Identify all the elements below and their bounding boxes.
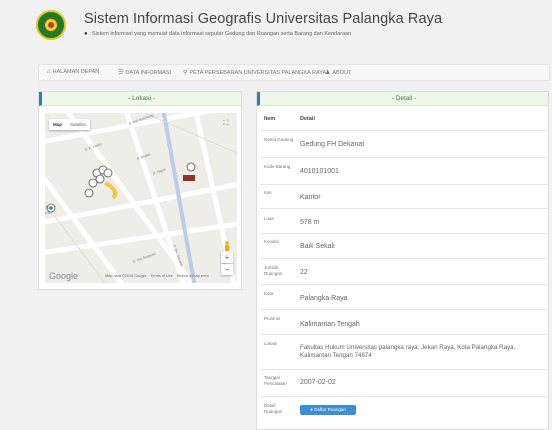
- row-key: Nama Gedung: [264, 137, 294, 142]
- page: Sistem Informasi Geografis Universitas P…: [0, 0, 552, 430]
- table-row: Provinsi Kalimantan Tengah: [260, 309, 547, 334]
- row-value: 578 m: [300, 219, 320, 226]
- row-value: Kantor: [300, 194, 321, 201]
- row-value: 4010101001: [300, 168, 339, 175]
- row-key: Kondisi: [264, 239, 279, 244]
- user-icon: ♟: [325, 70, 331, 76]
- svg-text:AYA: AYA: [45, 211, 52, 215]
- nav-label: ABOUT: [332, 70, 352, 76]
- row-key: Tanggal Pencatatan: [264, 375, 287, 386]
- map-type-control: Map Satellite: [49, 119, 91, 130]
- table-header: Item Detail: [260, 108, 547, 130]
- table-row: Nama Gedung Gedung FH Dekanat: [260, 130, 547, 157]
- nav-peta-persebaran[interactable]: ⚲ PETA PERSEBARAN UNIVERSITAS PALANGKA RA…: [183, 69, 326, 76]
- row-value: Palangka Raya: [300, 295, 348, 302]
- table-row: Kondisi Baik Sekali: [260, 233, 547, 258]
- google-logo: Google: [49, 271, 79, 281]
- detail-panel: - Detail - Item Detail Nama Gedung Gedun…: [256, 91, 549, 430]
- lokasi-heading: - Lokasi -: [39, 92, 241, 106]
- subtitle-text: Sistem informasi yang memuat data inform…: [92, 31, 352, 37]
- detail-heading: - Detail -: [257, 92, 548, 106]
- table-row: Luas 578 m: [260, 208, 547, 233]
- row-key: Kode Barang: [264, 164, 291, 169]
- zoom-out-button[interactable]: −: [221, 264, 233, 275]
- map-footer: Map data ©2018 Google Terms of Use Report …: [105, 274, 213, 278]
- table-row: Tanggal Pencatatan 2007-02-02: [260, 369, 547, 396]
- table-row: Jumlah Ruangan 22: [260, 258, 547, 284]
- table-row: Kode Barang 4010101001: [260, 157, 547, 184]
- row-value: Kalimantan Tengah: [300, 321, 360, 328]
- row-key: Detail Ruangan: [264, 403, 283, 414]
- map-data-text: Map data ©2018 Google: [105, 274, 147, 278]
- detail-table: Item Detail Nama Gedung Gedung FH Dekana…: [260, 108, 547, 426]
- daftar-ruangan-label: Daftar Ruangan: [314, 407, 346, 412]
- row-key: Lokasi: [264, 341, 278, 346]
- nav-halaman-depan[interactable]: ⌂ HALAMAN DEPAN: [47, 69, 99, 75]
- nav-data-informasi[interactable]: ☰ DATA INFORMASI: [118, 69, 171, 76]
- map-marker-icon: ⚲: [183, 70, 188, 76]
- report-link[interactable]: Report a map error: [177, 274, 209, 278]
- university-logo: [36, 10, 66, 40]
- row-value: Gedung FH Dekanat: [300, 141, 365, 148]
- nav-label: DATA INFORMASI: [125, 70, 172, 76]
- map-type-map[interactable]: Map: [49, 119, 66, 130]
- map-roads: Jl. Bali Kumbang Jl. B. Kadro Jl. Badak …: [45, 113, 237, 283]
- table-row: Kota Palangka Raya: [260, 284, 547, 309]
- row-key: Kas: [264, 190, 272, 195]
- svg-text:TAS: TAS: [45, 206, 52, 210]
- map-view[interactable]: Jl. Bali Kumbang Jl. B. Kadro Jl. Badak …: [45, 113, 237, 283]
- site-subtitle: ● Sistem informasi yang memuat data infor…: [84, 31, 351, 37]
- row-key: Provinsi: [264, 316, 281, 321]
- col-item: Item: [264, 116, 276, 122]
- table-row: Detail Ruangan ● Daftar Ruangan: [260, 396, 547, 426]
- home-icon: ⌂: [47, 69, 51, 75]
- nav-about[interactable]: ♟ ABOUT: [325, 69, 351, 76]
- list-icon: ☰: [118, 70, 124, 76]
- table-row: Kas Kantor: [260, 184, 547, 208]
- table-row: Lokasi Fakultas Hukum Universitas palang…: [260, 334, 547, 369]
- pegman-icon[interactable]: [223, 238, 231, 251]
- daftar-ruangan-button[interactable]: ● Daftar Ruangan: [300, 405, 356, 415]
- row-key: Kota: [264, 291, 274, 296]
- nav-label: PETA PERSEBARAN UNIVERSITAS PALANGKA RAY…: [189, 70, 327, 76]
- terms-link[interactable]: Terms of Use: [150, 274, 172, 278]
- row-value: 2007-02-02: [300, 379, 336, 386]
- row-value: 22: [300, 269, 308, 276]
- fullscreen-icon[interactable]: ⛶: [221, 119, 231, 129]
- zoom-in-button[interactable]: +: [221, 252, 233, 263]
- row-key: Jumlah Ruangan: [264, 265, 283, 276]
- nav-label: HALAMAN DEPAN: [52, 69, 100, 75]
- map-type-satellite[interactable]: Satellite: [66, 119, 90, 130]
- header: Sistem Informasi Geografis Universitas P…: [0, 0, 552, 52]
- map-marker-icon: ●: [84, 31, 88, 37]
- row-value: Baik Sekali: [300, 243, 335, 250]
- lokasi-panel: - Lokasi - Jl. Bali Kumbang Jl. B. Kadro…: [38, 91, 242, 290]
- row-value: Fakultas Hukum Universitas palangka raya…: [300, 344, 516, 359]
- row-key: Luas: [264, 216, 274, 221]
- site-title: Sistem Informasi Geografis Universitas P…: [84, 11, 443, 27]
- navbar: ⌂ HALAMAN DEPAN ☰ DATA INFORMASI ⚲ PETA PER…: [38, 64, 550, 81]
- col-detail: Detail: [300, 116, 315, 122]
